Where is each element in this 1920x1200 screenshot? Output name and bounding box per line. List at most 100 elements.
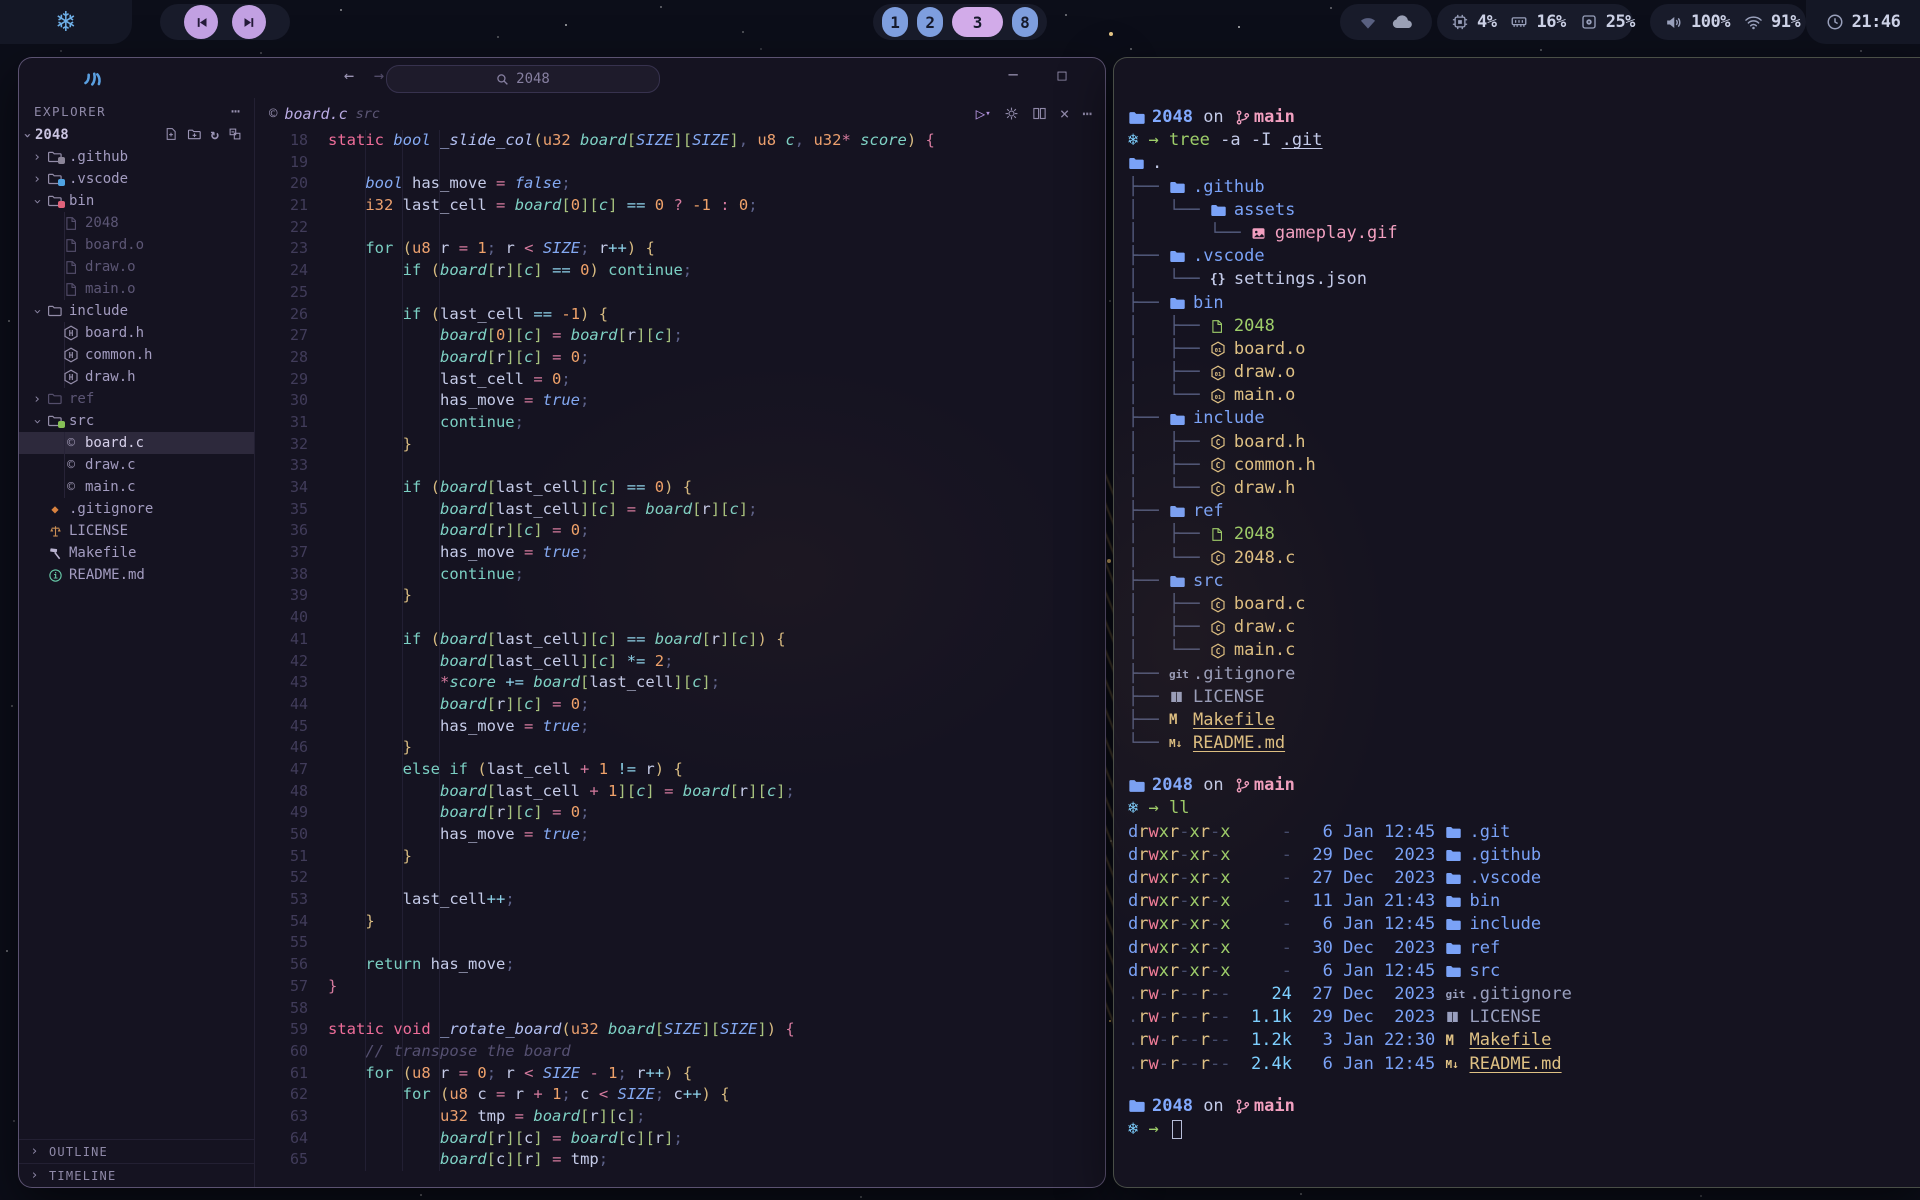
code-line-64[interactable]: 64 board[r][c] = board[c][r]; [255, 1128, 1105, 1150]
code-line-49[interactable]: 49 board[r][c] = 0; [255, 802, 1105, 824]
code-line-51[interactable]: 51 } [255, 846, 1105, 868]
media-next-button[interactable] [232, 5, 266, 39]
command-center-search[interactable]: 2048 [386, 65, 660, 93]
code-line-24[interactable]: 24 if (board[r][c] == 0) continue; [255, 260, 1105, 282]
terminal-window[interactable]: 2048 on main❄ → tree -a -I .git.├── .git… [1113, 57, 1920, 1188]
code-line-46[interactable]: 46 } [255, 737, 1105, 759]
file-item-board.h[interactable]: Hboard.h [19, 322, 254, 344]
code-line-29[interactable]: 29 last_cell = 0; [255, 369, 1105, 391]
file-item-main.o[interactable]: main.o [19, 278, 254, 300]
file-item-main.c[interactable]: ©main.c [19, 476, 254, 498]
run-button[interactable]: ▷▾ [976, 104, 991, 123]
code-line-33[interactable]: 33 [255, 455, 1105, 477]
code-line-59[interactable]: 59static void _rotate_board(u32 board[SI… [255, 1019, 1105, 1041]
close-editor-icon[interactable]: × [1060, 104, 1070, 123]
file-item-.vscode[interactable]: ›.vscode [19, 168, 254, 190]
command-line[interactable]: ❄ → [1128, 1118, 1920, 1141]
code-line-50[interactable]: 50 has_move = true; [255, 824, 1105, 846]
code-line-56[interactable]: 56 return has_move; [255, 954, 1105, 976]
code-line-45[interactable]: 45 has_move = true; [255, 716, 1105, 738]
code-line-58[interactable]: 58 [255, 998, 1105, 1020]
maximize-button[interactable]: □ [1050, 66, 1074, 84]
nix-menu-button[interactable]: ❄ [0, 0, 132, 44]
file-item-LICENSE[interactable]: LICENSE [19, 520, 254, 542]
file-item-bin[interactable]: ›bin [19, 190, 254, 212]
outline-section[interactable]: › OUTLINE [19, 1139, 254, 1163]
file-item-Makefile[interactable]: Makefile [19, 542, 254, 564]
collapse-all-icon[interactable] [228, 127, 242, 143]
code-line-26[interactable]: 26 if (last_cell == -1) { [255, 304, 1105, 326]
code-line-54[interactable]: 54 } [255, 911, 1105, 933]
code-line-61[interactable]: 61 for (u8 r = 0; r < SIZE - 1; r++) { [255, 1063, 1105, 1085]
vscode-titlebar[interactable]: ← → 2048 ─ □ × [19, 58, 1105, 98]
code-line-19[interactable]: 19 [255, 152, 1105, 174]
code-line-57[interactable]: 57} [255, 976, 1105, 998]
editor-more-icon[interactable]: ⋯ [1082, 104, 1092, 123]
code-line-60[interactable]: 60 // transpose the board [255, 1041, 1105, 1063]
file-item-board.c[interactable]: ©board.c [19, 432, 254, 454]
code-line-25[interactable]: 25 [255, 282, 1105, 304]
code-line-40[interactable]: 40 [255, 607, 1105, 629]
code-line-36[interactable]: 36 board[r][c] = 0; [255, 520, 1105, 542]
file-item-include[interactable]: ›include [19, 300, 254, 322]
file-item-src[interactable]: ›src [19, 410, 254, 432]
file-item-common.h[interactable]: Hcommon.h [19, 344, 254, 366]
file-item-.gitignore[interactable]: ◆.gitignore [19, 498, 254, 520]
code-line-20[interactable]: 20 bool has_move = false; [255, 173, 1105, 195]
code-line-43[interactable]: 43 *score += board[last_cell][c]; [255, 672, 1105, 694]
code-line-23[interactable]: 23 for (u8 r = 1; r < SIZE; r++) { [255, 238, 1105, 260]
code-line-32[interactable]: 32 } [255, 434, 1105, 456]
code-line-21[interactable]: 21 i32 last_cell = board[0][c] == 0 ? -1… [255, 195, 1105, 217]
media-previous-button[interactable] [184, 5, 218, 39]
code-area[interactable]: 18static bool _slide_col(u32 board[SIZE]… [255, 129, 1105, 1187]
close-button[interactable]: × [1099, 66, 1106, 84]
nav-back-icon[interactable]: ← [337, 66, 361, 86]
code-line-62[interactable]: 62 for (u8 c = r + 1; c < SIZE; c++) { [255, 1084, 1105, 1106]
code-line-28[interactable]: 28 board[r][c] = 0; [255, 347, 1105, 369]
code-line-37[interactable]: 37 has_move = true; [255, 542, 1105, 564]
code-line-48[interactable]: 48 board[last_cell + 1][c] = board[r][c]… [255, 781, 1105, 803]
code-line-65[interactable]: 65 board[c][r] = tmp; [255, 1149, 1105, 1171]
workspace-3[interactable]: 3 [952, 7, 1003, 37]
timeline-section[interactable]: › TIMELINE [19, 1163, 254, 1187]
refresh-icon[interactable]: ↻ [211, 127, 219, 143]
code-line-47[interactable]: 47 else if (last_cell + 1 != r) { [255, 759, 1105, 781]
file-item-.github[interactable]: ›.github [19, 146, 254, 168]
code-line-30[interactable]: 30 has_move = true; [255, 390, 1105, 412]
file-item-draw.o[interactable]: draw.o [19, 256, 254, 278]
code-line-52[interactable]: 52 [255, 867, 1105, 889]
new-file-icon[interactable] [164, 127, 178, 143]
explorer-more-icon[interactable]: ⋯ [231, 102, 240, 120]
tab-board-c[interactable]: board.c [284, 105, 347, 123]
line-number: 35 [255, 499, 308, 521]
workspace-8[interactable]: 8 [1012, 7, 1038, 37]
code-line-63[interactable]: 63 u32 tmp = board[r][c]; [255, 1106, 1105, 1128]
settings-gear-icon[interactable] [1004, 106, 1019, 121]
split-editor-icon[interactable] [1032, 106, 1047, 121]
file-item-ref[interactable]: ›ref [19, 388, 254, 410]
file-item-draw.h[interactable]: Hdraw.h [19, 366, 254, 388]
file-item-2048[interactable]: 2048 [19, 212, 254, 234]
file-item-draw.c[interactable]: ©draw.c [19, 454, 254, 476]
code-line-53[interactable]: 53 last_cell++; [255, 889, 1105, 911]
code-line-18[interactable]: 18static bool _slide_col(u32 board[SIZE]… [255, 130, 1105, 152]
code-line-27[interactable]: 27 board[0][c] = board[r][c]; [255, 325, 1105, 347]
code-line-34[interactable]: 34 if (board[last_cell][c] == 0) { [255, 477, 1105, 499]
code-line-41[interactable]: 41 if (board[last_cell][c] == board[r][c… [255, 629, 1105, 651]
workspace-1[interactable]: 1 [882, 7, 908, 37]
code-line-44[interactable]: 44 board[r][c] = 0; [255, 694, 1105, 716]
minimize-button[interactable]: ─ [1001, 66, 1025, 84]
code-line-55[interactable]: 55 [255, 932, 1105, 954]
code-line-39[interactable]: 39 } [255, 585, 1105, 607]
code-line-42[interactable]: 42 board[last_cell][c] *= 2; [255, 651, 1105, 673]
file-item-board.o[interactable]: board.o [19, 234, 254, 256]
code-line-31[interactable]: 31 continue; [255, 412, 1105, 434]
file-item-README.md[interactable]: iREADME.md [19, 564, 254, 586]
code-line-38[interactable]: 38 continue; [255, 564, 1105, 586]
explorer-root-folder[interactable]: ›2048↻ [19, 124, 254, 146]
code-line-35[interactable]: 35 board[last_cell][c] = board[r][c]; [255, 499, 1105, 521]
workspace-2[interactable]: 2 [917, 7, 943, 37]
code-line-22[interactable]: 22 [255, 217, 1105, 239]
terminal-cursor[interactable] [1172, 1120, 1182, 1139]
new-folder-icon[interactable] [187, 127, 202, 143]
